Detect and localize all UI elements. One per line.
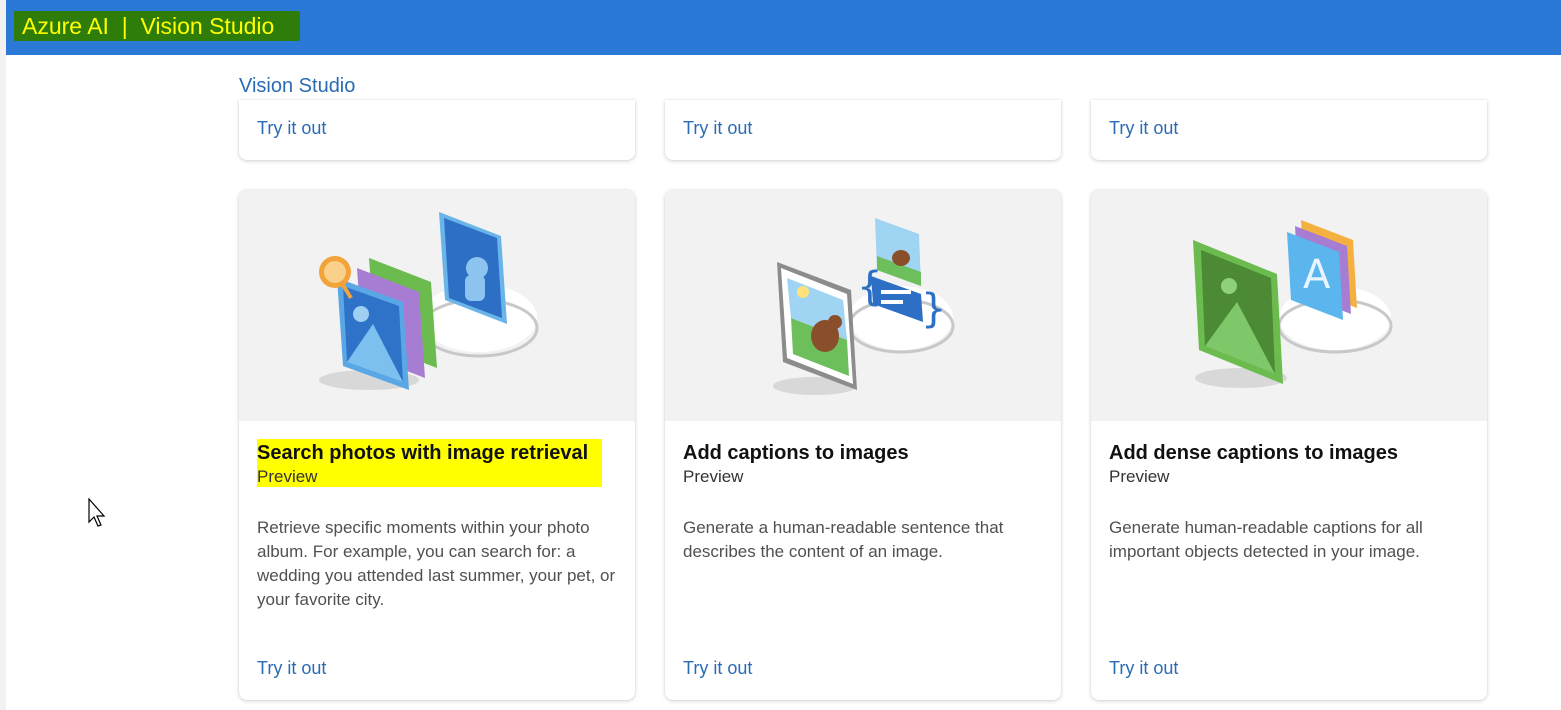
dense-captions-illustration: A [1091,190,1487,421]
breadcrumb[interactable]: Vision Studio [239,73,355,99]
card-add-captions[interactable]: { } Add captions to images Preview Gener… [665,190,1061,700]
card-description: Generate human-readable captions for all… [1109,518,1423,561]
card-description: Generate a human-readable sentence that … [683,518,1004,561]
card-partial-2: Try it out [665,100,1061,160]
try-it-out-link[interactable]: Try it out [1109,116,1178,140]
card-title: Search photos with image retrieval [257,442,589,464]
svg-text:A: A [1303,252,1331,298]
svg-text:}: } [921,286,946,332]
try-it-out-link[interactable]: Try it out [1109,656,1178,680]
mouse-cursor-icon [88,497,108,533]
left-edge [0,0,6,710]
card-partial-1: Try it out [239,100,635,160]
card-title: Add dense captions to images [1109,442,1398,464]
preview-badge: Preview [257,467,318,486]
captions-illustration: { } [665,190,1061,421]
top-bar: Azure AI | Vision Studio [6,0,1561,55]
card-title: Add captions to images [683,442,909,464]
svg-text:{: { [857,264,882,310]
brand-title[interactable]: Azure AI | Vision Studio [14,11,300,41]
try-it-out-link[interactable]: Try it out [257,116,326,140]
image-retrieval-illustration [239,190,635,421]
preview-badge: Preview [683,467,744,486]
card-description: Retrieve specific moments within your ph… [257,518,616,609]
try-it-out-link[interactable]: Try it out [257,656,326,680]
card-partial-3: Try it out [1091,100,1487,160]
try-it-out-link[interactable]: Try it out [683,116,752,140]
card-image-retrieval[interactable]: Search photos with image retrieval Previ… [239,190,635,700]
try-it-out-link[interactable]: Try it out [683,656,752,680]
preview-badge: Preview [1109,467,1170,486]
card-dense-captions[interactable]: A Add dense captions to images Preview G… [1091,190,1487,700]
